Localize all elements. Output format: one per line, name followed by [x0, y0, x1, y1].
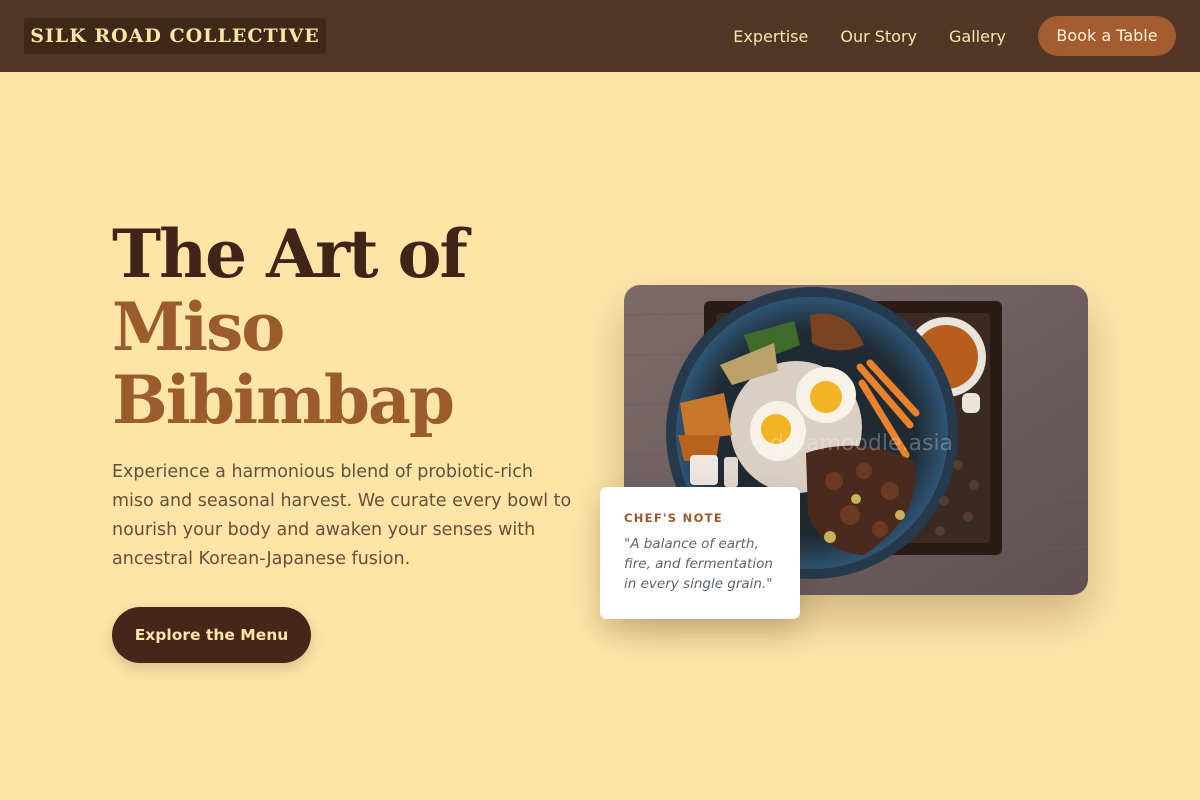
hero-title-line-3: Bibimbap [112, 361, 455, 439]
image-watermark: dreamoodle.asia [770, 431, 954, 456]
brand-logo[interactable]: SILK ROAD COLLECTIVE [24, 18, 326, 54]
nav-link-gallery[interactable]: Gallery [949, 27, 1006, 46]
hero-description: Experience a harmonious blend of probiot… [112, 462, 572, 569]
nav-link-our-story[interactable]: Our Story [840, 27, 917, 46]
chefs-note-label: CHEF'S NOTE [624, 511, 723, 525]
hero-title: The Art of Miso Bibimbap [112, 218, 592, 437]
hero-title-line-2: Miso [112, 288, 285, 366]
nav-link-expertise[interactable]: Expertise [733, 27, 808, 46]
chefs-note-card: CHEF'S NOTE "A balance of earth, fire, a… [600, 487, 800, 619]
chefs-note-quote: "A balance of earth, fire, and fermentat… [624, 536, 773, 592]
explore-menu-button[interactable]: Explore the Menu [112, 607, 311, 663]
top-navigation-bar: SILK ROAD COLLECTIVE Expertise Our Story… [0, 0, 1200, 72]
book-table-button[interactable]: Book a Table [1038, 16, 1176, 56]
hero-title-line-1: The Art of [112, 215, 468, 293]
main-nav: Expertise Our Story Gallery Book a Table [733, 16, 1176, 56]
